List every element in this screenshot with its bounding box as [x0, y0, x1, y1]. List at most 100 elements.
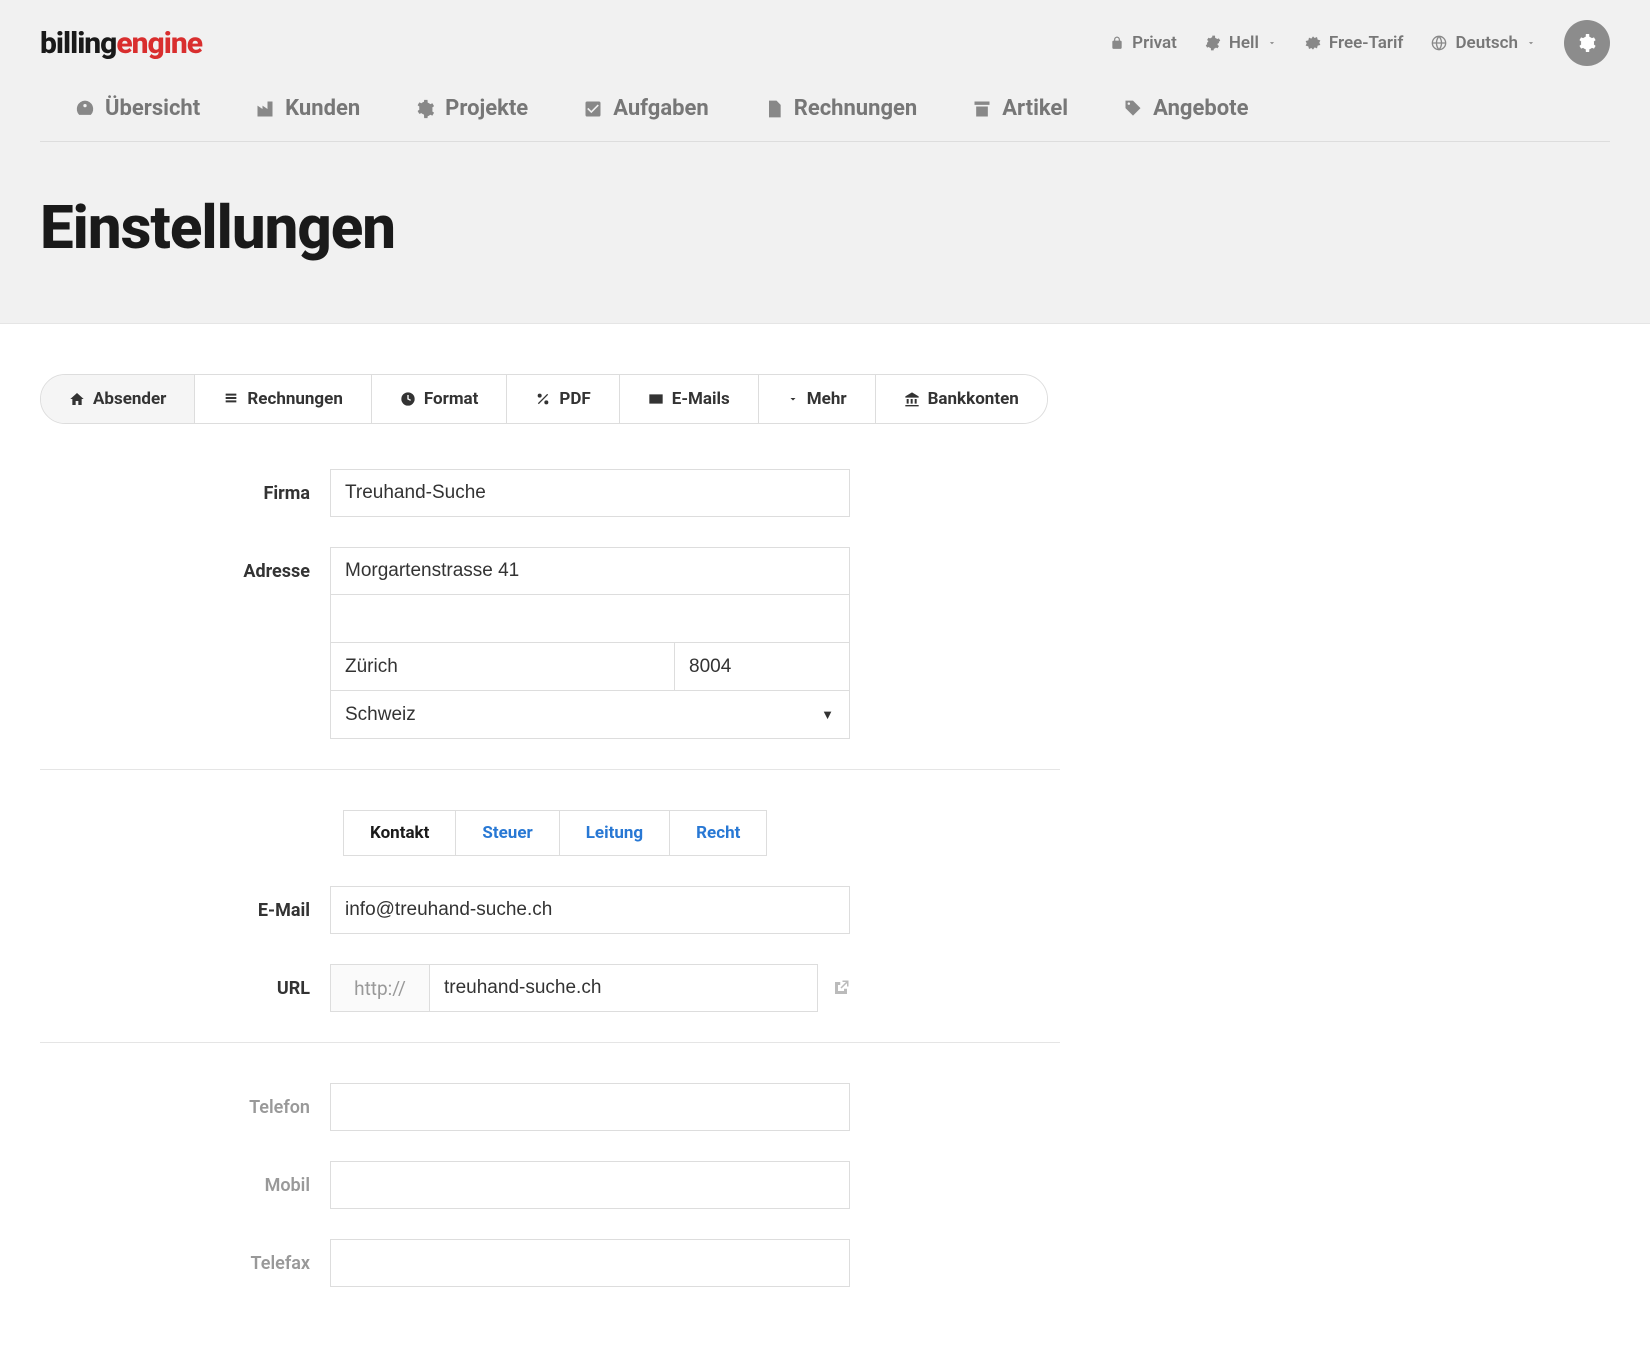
privacy-label: Privat — [1132, 33, 1177, 53]
select-country[interactable]: Schweiz — [330, 691, 850, 739]
nav-offers-label: Angebote — [1153, 96, 1248, 121]
divider — [40, 1042, 1060, 1043]
topbar: billingengine Privat Hell Free-Tarif Deu… — [0, 0, 1650, 142]
row-telefon: Telefon — [40, 1083, 1060, 1131]
row-mobil: Mobil — [40, 1161, 1060, 1209]
gear-icon — [415, 99, 435, 119]
percent-icon — [535, 391, 551, 407]
subtab-bank[interactable]: Bankkonten — [876, 375, 1047, 423]
content: Absender Rechnungen Format PDF E-Mails M… — [0, 324, 1100, 1367]
topbar-upper: billingengine Privat Hell Free-Tarif Deu… — [40, 20, 1610, 66]
input-zip[interactable] — [675, 643, 850, 691]
nav-articles-label: Artikel — [1002, 96, 1068, 121]
settings-avatar[interactable] — [1564, 20, 1610, 66]
subtab-sender-label: Absender — [93, 389, 166, 409]
clock-icon — [400, 391, 416, 407]
input-telefon[interactable] — [330, 1083, 850, 1131]
logo-part1: billing — [40, 26, 116, 61]
label-telefax: Telefax — [40, 1239, 330, 1274]
plan-label: Free-Tarif — [1329, 33, 1404, 53]
input-street[interactable] — [330, 547, 850, 595]
page-title: Einstellungen — [40, 192, 1610, 263]
input-email[interactable] — [330, 886, 850, 934]
divider — [40, 769, 1060, 770]
label-url: URL — [40, 964, 330, 999]
subtab-pdf[interactable]: PDF — [507, 375, 619, 423]
label-email: E-Mail — [40, 886, 330, 921]
nav-customers-label: Kunden — [285, 96, 360, 121]
language-link[interactable]: Deutsch — [1431, 33, 1536, 53]
input-firma[interactable] — [330, 469, 850, 517]
list-icon — [223, 391, 239, 407]
input-street2[interactable] — [330, 595, 850, 643]
nav-tasks[interactable]: Aufgaben — [583, 96, 709, 121]
input-telefax[interactable] — [330, 1239, 850, 1287]
tag-icon — [1123, 99, 1143, 119]
logo[interactable]: billingengine — [40, 26, 202, 61]
language-label: Deutsch — [1455, 33, 1518, 53]
nav-tasks-label: Aufgaben — [613, 96, 709, 121]
globe-icon — [1431, 35, 1447, 51]
subtab-emails-label: E-Mails — [672, 389, 730, 409]
nav-invoices[interactable]: Rechnungen — [764, 96, 918, 121]
subtab-more-label: Mehr — [807, 389, 847, 409]
subtab-invoices-label: Rechnungen — [247, 389, 342, 409]
subtab-format[interactable]: Format — [372, 375, 508, 423]
plan-link[interactable]: Free-Tarif — [1305, 33, 1404, 53]
theme-label: Hell — [1229, 33, 1259, 53]
gear-icon — [1205, 35, 1221, 51]
input-city[interactable] — [330, 643, 675, 691]
nav-customers[interactable]: Kunden — [255, 96, 360, 121]
subtab-invoices[interactable]: Rechnungen — [195, 375, 371, 423]
gears-icon — [1575, 31, 1599, 55]
nav-overview[interactable]: Übersicht — [75, 96, 200, 121]
url-prefix: http:// — [330, 964, 430, 1012]
innertab-leitung[interactable]: Leitung — [560, 811, 670, 855]
external-link-icon[interactable] — [832, 979, 850, 997]
page-header: Einstellungen — [0, 142, 1650, 324]
lock-icon — [1110, 36, 1124, 50]
privacy-link[interactable]: Privat — [1110, 33, 1177, 53]
row-url: URL http:// — [40, 964, 1060, 1012]
dashboard-icon — [75, 99, 95, 119]
input-mobil[interactable] — [330, 1161, 850, 1209]
checkbox-icon — [583, 99, 603, 119]
input-url[interactable] — [430, 964, 818, 1012]
subtab-more[interactable]: Mehr — [759, 375, 876, 423]
archive-icon — [972, 99, 992, 119]
innertab-recht[interactable]: Recht — [670, 811, 766, 855]
top-links: Privat Hell Free-Tarif Deutsch — [1110, 20, 1610, 66]
settings-subtabs: Absender Rechnungen Format PDF E-Mails M… — [40, 374, 1048, 424]
label-mobil: Mobil — [40, 1161, 330, 1196]
subtab-emails[interactable]: E-Mails — [620, 375, 759, 423]
contact-innertabs: Kontakt Steuer Leitung Recht — [343, 810, 767, 856]
innertab-kontakt[interactable]: Kontakt — [344, 811, 456, 855]
nav-articles[interactable]: Artikel — [972, 96, 1068, 121]
label-telefon: Telefon — [40, 1083, 330, 1118]
nav-projects[interactable]: Projekte — [415, 96, 528, 121]
subtab-pdf-label: PDF — [559, 389, 590, 409]
caret-down-icon — [787, 393, 799, 405]
home-icon — [69, 391, 85, 407]
sender-form: Firma Adresse Schweiz — [40, 469, 1060, 1287]
row-telefax: Telefax — [40, 1239, 1060, 1287]
nav-invoices-label: Rechnungen — [794, 96, 918, 121]
factory-icon — [255, 99, 275, 119]
theme-link[interactable]: Hell — [1205, 33, 1277, 53]
main-nav: Übersicht Kunden Projekte Aufgaben Rechn… — [40, 96, 1610, 142]
subtab-sender[interactable]: Absender — [41, 375, 195, 423]
nav-projects-label: Projekte — [445, 96, 528, 121]
label-adresse: Adresse — [40, 547, 330, 582]
caret-down-icon — [1526, 38, 1536, 48]
badge-icon — [1305, 35, 1321, 51]
envelope-icon — [648, 391, 664, 407]
subtab-format-label: Format — [424, 389, 479, 409]
bank-icon — [904, 391, 920, 407]
label-firma: Firma — [40, 469, 330, 504]
row-firma: Firma — [40, 469, 1060, 517]
logo-part2: engine — [116, 26, 202, 61]
subtab-bank-label: Bankkonten — [928, 389, 1019, 409]
innertab-steuer[interactable]: Steuer — [456, 811, 559, 855]
nav-overview-label: Übersicht — [105, 96, 200, 121]
nav-offers[interactable]: Angebote — [1123, 96, 1248, 121]
